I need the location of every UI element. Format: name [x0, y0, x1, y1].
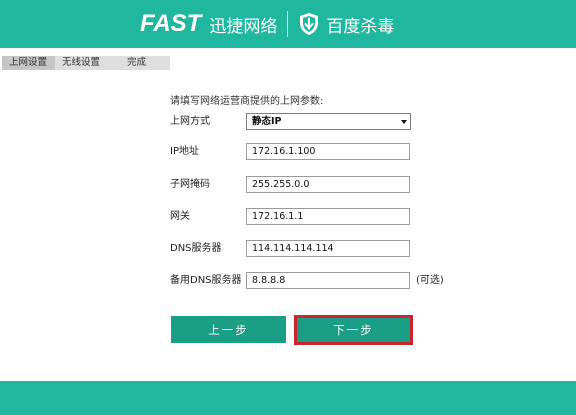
connection-type-value: 静态IP [252, 116, 282, 127]
connection-type-label: 上网方式 [170, 116, 210, 127]
row-subnet-mask: 子网掩码 255.255.0.0 [170, 176, 470, 193]
setup-steps: 上网设置 无线设置 完成 [2, 56, 170, 70]
footer-bar [0, 381, 576, 415]
header-bar: FAST 迅捷网络 百度杀毒 [0, 0, 576, 48]
row-backup-dns: 备用DNS服务器 8.8.8.8 (可选) [170, 272, 470, 289]
backup-dns-label: 备用DNS服务器 [170, 275, 242, 286]
step-wireless-settings[interactable]: 无线设置 [55, 56, 120, 70]
dns-server-input[interactable]: 114.114.114.114 [246, 240, 410, 257]
gateway-input[interactable]: 172.16.1.1 [246, 208, 410, 225]
previous-step-button[interactable]: 上一步 [171, 316, 286, 343]
ip-address-label: IP地址 [170, 146, 199, 157]
backup-dns-input[interactable]: 8.8.8.8 [246, 272, 410, 289]
chevron-down-icon [401, 120, 407, 124]
row-gateway: 网关 172.16.1.1 [170, 208, 470, 225]
step-internet-settings[interactable]: 上网设置 [2, 56, 55, 70]
instruction-text: 请填写网络运营商提供的上网参数: [170, 96, 324, 107]
connection-type-select[interactable]: 静态IP [246, 113, 411, 130]
partner-label: 百度杀毒 [326, 16, 395, 37]
subnet-mask-label: 子网掩码 [170, 179, 210, 190]
dns-server-label: DNS服务器 [170, 243, 222, 254]
brand-fast-text: FAST [140, 10, 202, 37]
optional-note: (可选) [416, 275, 444, 286]
brand-divider [287, 11, 289, 37]
brand-logo: FAST 迅捷网络 百度杀毒 [140, 8, 394, 40]
row-dns-server: DNS服务器 114.114.114.114 [170, 240, 470, 257]
row-ip-address: IP地址 172.16.1.100 [170, 143, 470, 160]
step-complete[interactable]: 完成 [120, 56, 170, 70]
next-step-button[interactable]: 下一步 [294, 315, 413, 345]
row-connection-type: 上网方式 静态IP [170, 113, 470, 130]
subnet-mask-input[interactable]: 255.255.0.0 [246, 176, 410, 193]
brand-cn-text: 迅捷网络 [209, 16, 278, 37]
ip-address-input[interactable]: 172.16.1.100 [246, 143, 410, 160]
gateway-label: 网关 [170, 211, 190, 222]
shield-icon [298, 12, 320, 36]
router-setup-page: FAST 迅捷网络 百度杀毒 上网设置 无线设置 完成 请填写网络运营商提供的上… [0, 0, 576, 415]
